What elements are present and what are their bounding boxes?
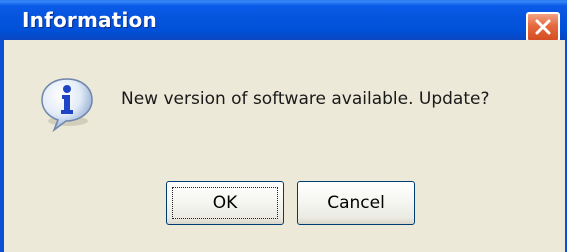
information-icon <box>41 78 93 133</box>
dialog-message: New version of software available. Updat… <box>121 89 490 109</box>
cancel-button-label: Cancel <box>327 193 385 213</box>
ok-button[interactable]: OK <box>166 181 284 225</box>
close-button[interactable] <box>526 12 560 42</box>
dialog-body <box>4 40 565 252</box>
information-dialog: Information New version of software avai… <box>0 0 567 252</box>
cancel-button[interactable]: Cancel <box>297 181 415 225</box>
close-icon <box>535 19 551 35</box>
title-bar[interactable]: Information <box>0 0 567 42</box>
ok-button-label: OK <box>212 193 238 213</box>
window-title: Information <box>22 8 157 32</box>
